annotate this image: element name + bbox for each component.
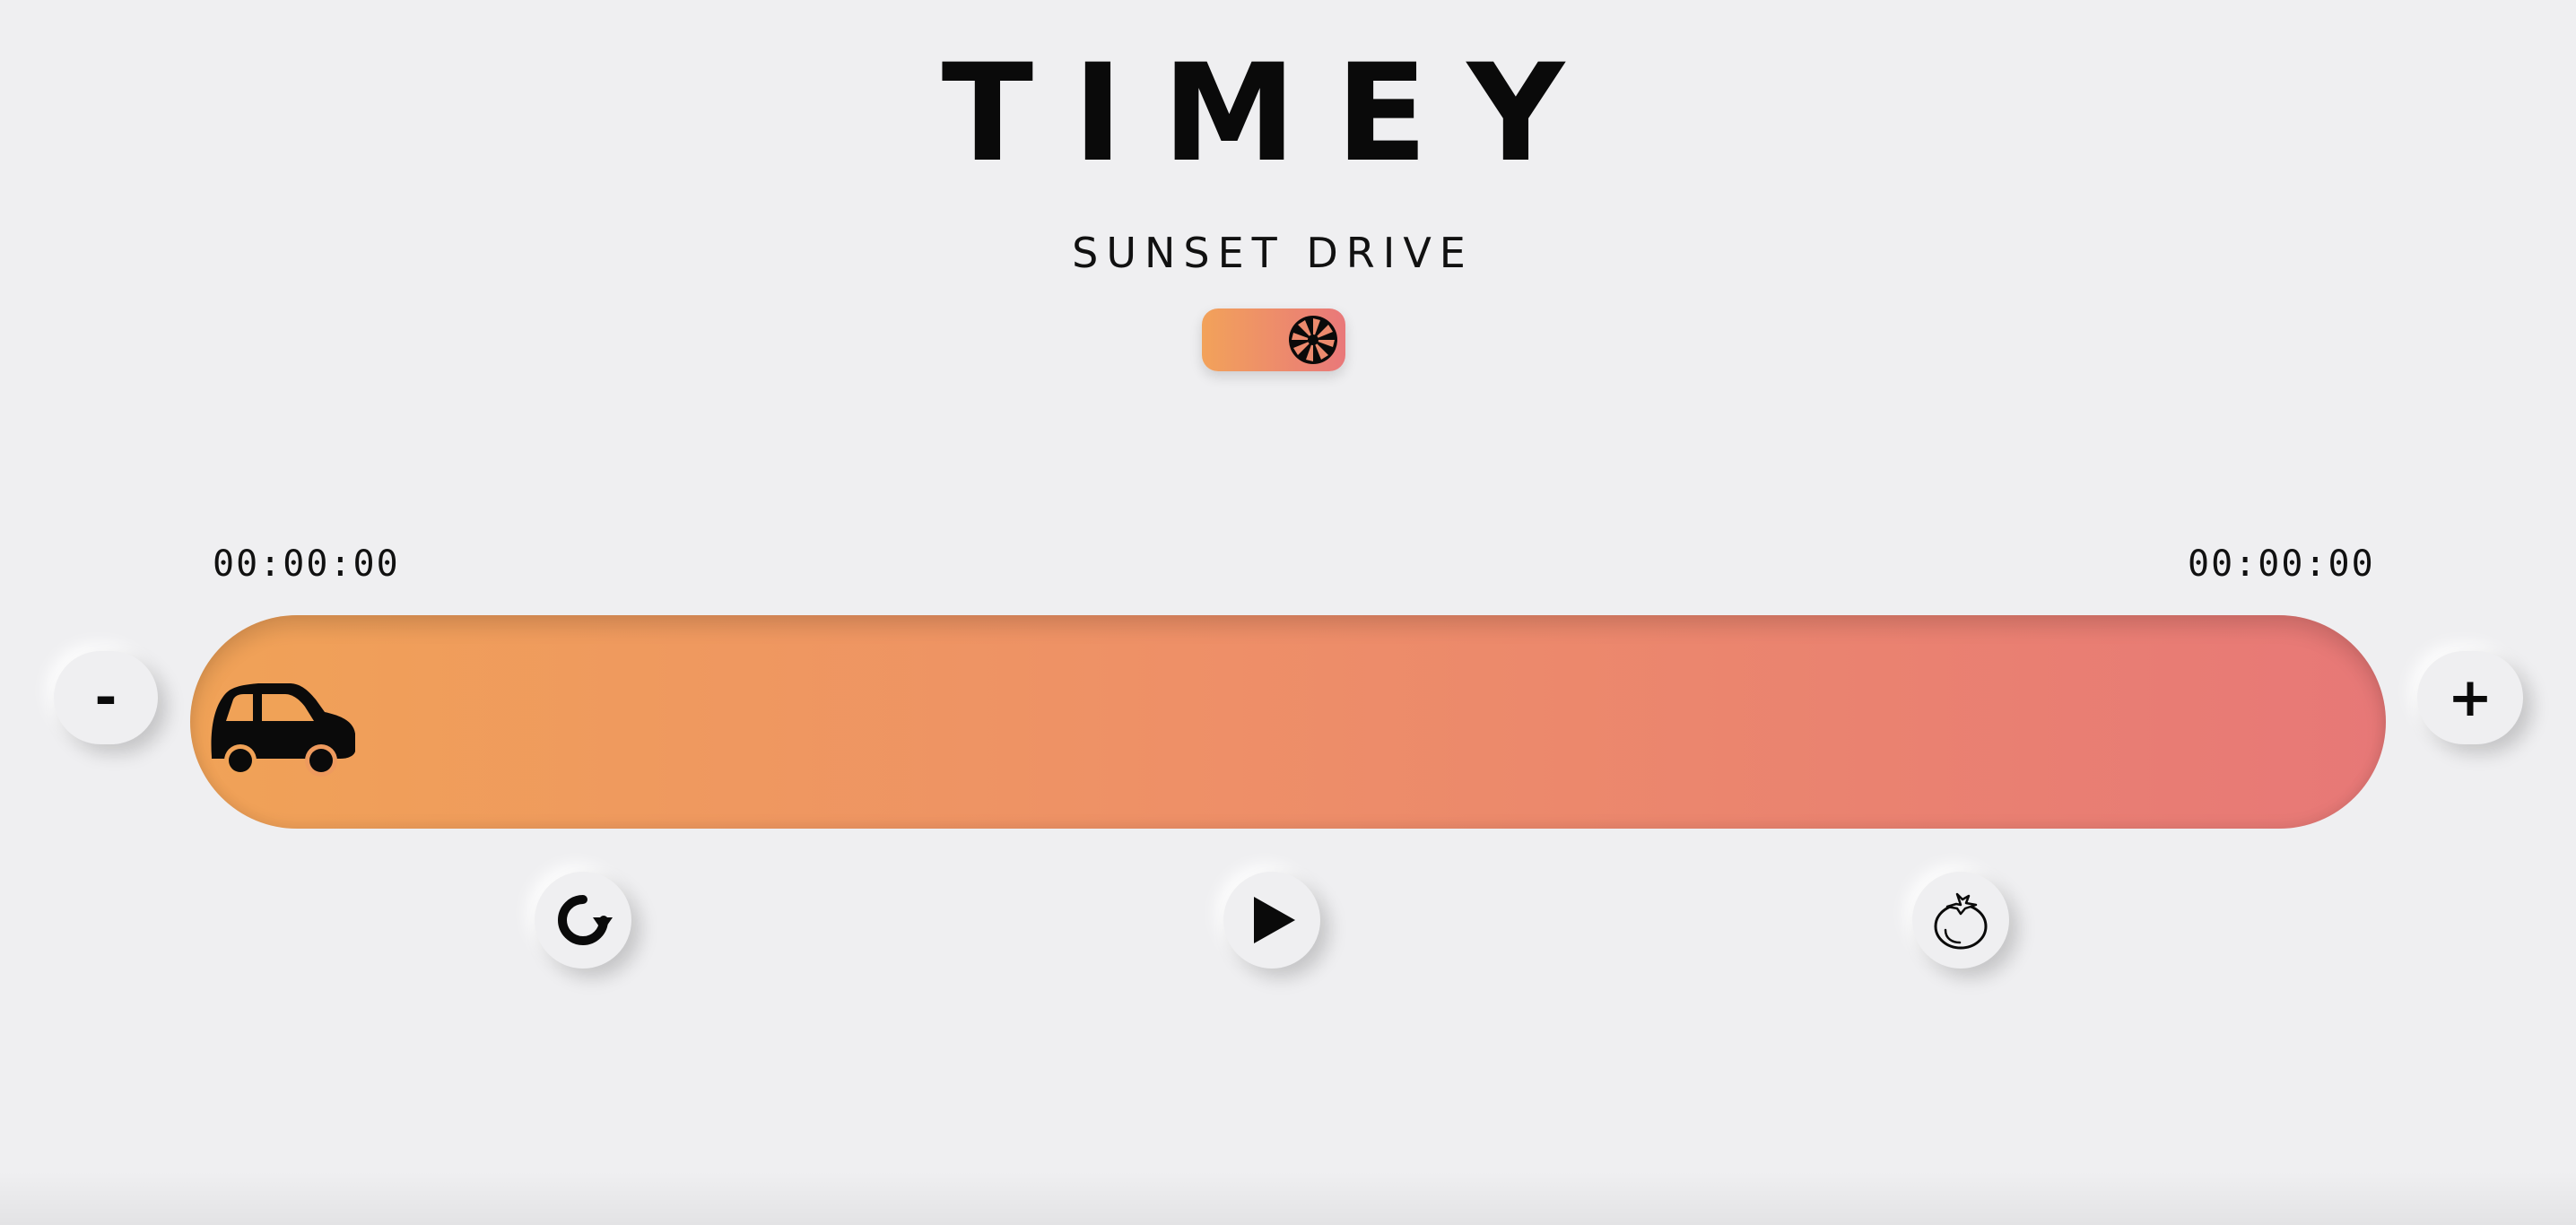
decrease-label: - [94,666,117,729]
reset-button[interactable] [535,872,631,969]
theme-name: SUNSET DRIVE [1072,229,1474,277]
target-time: 00:00:00 [2188,543,2375,585]
increase-label: + [2447,666,2493,729]
footer-shadow [0,1171,2576,1225]
tomato-icon [1934,892,1988,950]
aperture-icon [1289,316,1337,364]
increase-button[interactable]: + [2417,651,2523,744]
theme-toggle[interactable] [1202,308,1345,371]
progress-track[interactable] [190,615,2386,829]
reset-icon [558,895,613,945]
elapsed-time: 00:00:00 [213,543,400,585]
app-title: TIMEY [941,36,1605,192]
play-button[interactable] [1223,872,1320,969]
pomodoro-button[interactable] [1912,872,2009,969]
car-icon [211,683,355,777]
decrease-button[interactable]: - [54,651,158,744]
play-icon [1254,897,1295,943]
